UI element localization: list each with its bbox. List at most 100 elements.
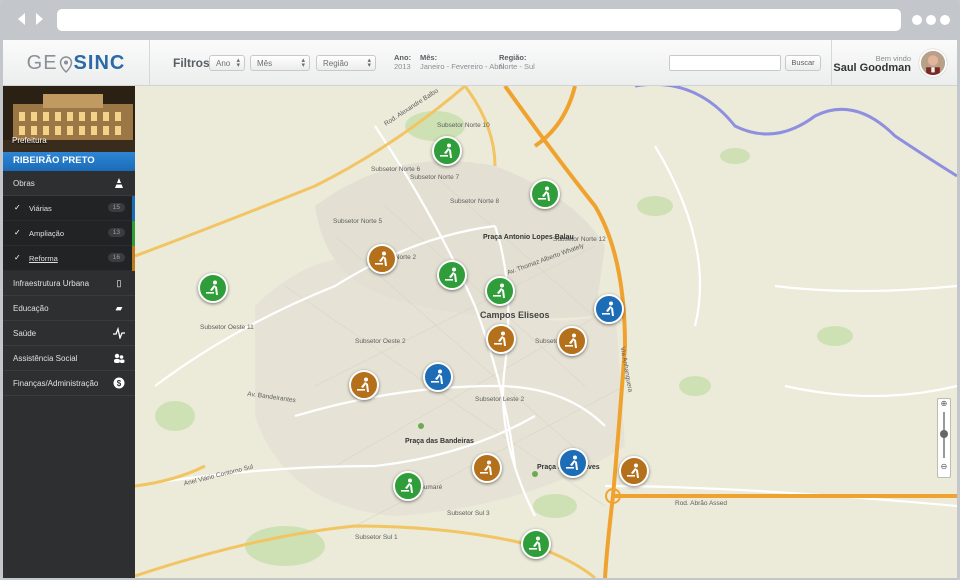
worker-icon [440, 143, 452, 158]
search-input[interactable] [669, 55, 781, 71]
map-base [135, 86, 957, 578]
map-label-square: Praça Antonio Lopes Balau [483, 234, 574, 241]
marker-reforma[interactable] [486, 324, 516, 354]
app: GE SINC Filtros Ano ▴ ▾ Mês ▴ ▾ Região ▴ ▾ Ano… [3, 40, 957, 578]
map-label-square: Praça das Bandeiras [405, 438, 474, 445]
address-bar[interactable] [57, 9, 901, 31]
worker-icon [206, 280, 218, 295]
check-icon: ✓ [14, 228, 21, 237]
logo[interactable]: GE SINC [3, 40, 150, 86]
marker-ampliacao[interactable] [437, 260, 467, 290]
map-label: Subsetor Norte 5 [333, 218, 383, 225]
menu-item-saude[interactable]: Saúde [3, 321, 135, 346]
worker-icon [566, 455, 578, 470]
map-label-district: Campos Eliseos [480, 310, 550, 320]
submenu-item-reforma[interactable]: ✓ Reforma 16 [3, 246, 135, 271]
marker-viarias[interactable] [594, 294, 624, 324]
user-panel[interactable]: Bem vindo Saul Goodman [831, 40, 957, 86]
zoom-slider[interactable] [940, 412, 948, 458]
map-label: Subsetor Sul 3 [447, 510, 490, 517]
marker-ampliacao[interactable] [432, 136, 462, 166]
marker-ampliacao[interactable] [521, 529, 551, 559]
worker-icon [538, 186, 550, 201]
check-icon: ✓ [14, 203, 21, 212]
heartbeat-icon [113, 326, 125, 341]
back-icon[interactable] [15, 12, 29, 26]
zoom-control[interactable]: ⊕ ⊖ [937, 398, 951, 478]
info-region: Região: Norte - Sul [499, 53, 535, 71]
logo-text-right: SINC [73, 51, 126, 74]
marker-viarias[interactable] [423, 362, 453, 392]
submenu-item-ampliacao[interactable]: ✓ Ampliação 13 [3, 221, 135, 246]
submenu-item-viarias[interactable]: ✓ Viárias 15 [3, 196, 135, 221]
map-label-road: Rod. Abrão Assed [675, 500, 728, 507]
worker-icon [375, 251, 387, 266]
marker-ampliacao[interactable] [393, 471, 423, 501]
map-label: Subsetor Sul 1 [355, 534, 398, 541]
menu-item-obras[interactable]: Obras [3, 171, 135, 196]
year-select[interactable]: Ano ▴ ▾ [209, 55, 245, 71]
logo-text-left: GE [26, 51, 58, 74]
forward-icon[interactable] [32, 12, 46, 26]
marker-reforma[interactable] [619, 456, 649, 486]
count-badge: 13 [107, 228, 125, 237]
book-icon: ▰ [115, 303, 123, 313]
avatar[interactable] [919, 49, 947, 77]
sidebar: Prefeitura RIBEIRÃO PRETO▴ Obras ✓Viária… [3, 86, 150, 578]
menu-item-educacao[interactable]: Educação ▰ [3, 296, 135, 321]
map-label: Subsetor Norte 8 [450, 198, 500, 205]
cone-icon [113, 177, 125, 189]
check-icon: ✓ [14, 253, 21, 262]
worker-icon [493, 283, 505, 298]
marker-reforma[interactable] [472, 453, 502, 483]
browser-window: GE SINC Filtros Ano ▴ ▾ Mês ▴ ▾ Região ▴ ▾ Ano… [0, 0, 960, 580]
month-select[interactable]: Mês ▴ ▾ [250, 55, 310, 71]
worker-icon [431, 369, 443, 384]
menu-item-assistencia[interactable]: Assistência Social [3, 346, 135, 371]
marker-reforma[interactable] [557, 326, 587, 356]
worker-icon [602, 301, 614, 316]
marker-ampliacao[interactable] [530, 179, 560, 209]
map-label: Subsetor Norte 10 [437, 122, 490, 129]
phone-icon: ▯ [116, 278, 122, 288]
zoom-out-icon[interactable]: ⊖ [938, 462, 950, 471]
browser-menu-icon[interactable] [912, 15, 950, 25]
worker-icon [565, 333, 577, 348]
marker-ampliacao[interactable] [198, 273, 228, 303]
worker-icon [627, 463, 639, 478]
map-canvas[interactable]: Rod. Alexandre Balbo Subsetor Norte 10 S… [135, 86, 957, 578]
svg-text:$: $ [117, 379, 122, 388]
marker-ampliacao[interactable] [485, 276, 515, 306]
worker-icon [357, 377, 369, 392]
marker-reforma[interactable] [349, 370, 379, 400]
worker-icon [529, 536, 541, 551]
prefeitura-banner[interactable]: Prefeitura [3, 86, 150, 152]
region-select[interactable]: Região ▴ ▾ [316, 55, 376, 71]
map-label: Subsetor Norte 7 [410, 174, 460, 181]
worker-icon [494, 331, 506, 346]
map-label: Subsetor Norte 6 [371, 166, 421, 173]
search-button[interactable]: Buscar [785, 55, 821, 71]
pin-icon [59, 55, 72, 73]
zoom-in-icon[interactable]: ⊕ [938, 399, 950, 408]
topbar: GE SINC Filtros Ano ▴ ▾ Mês ▴ ▾ Região ▴ ▾ Ano… [3, 40, 957, 86]
map-label: Subsetor Leste 2 [475, 396, 525, 403]
city-selector[interactable]: RIBEIRÃO PRETO▴ [3, 152, 150, 171]
user-name: Saul Goodman [833, 62, 911, 74]
city-name: RIBEIRÃO PRETO [13, 155, 95, 166]
prefeitura-label: Prefeitura [12, 136, 47, 145]
menu-item-financas[interactable]: Finanças/Administração $ [3, 371, 135, 396]
menu: Obras ✓ Viárias 15 ✓ Ampliação 13 ✓ Reforma 16… [3, 171, 135, 396]
count-badge: 15 [107, 203, 125, 212]
worker-icon [445, 267, 457, 282]
browser-chrome [0, 0, 960, 40]
map-label: Subsetor Oeste 11 [200, 324, 254, 331]
info-month: Mês: Janeiro - Fevereiro - Abril [420, 53, 505, 71]
worker-icon [401, 478, 413, 493]
dollar-icon: $ [113, 377, 125, 389]
people-icon [113, 352, 125, 364]
marker-viarias[interactable] [558, 448, 588, 478]
marker-reforma[interactable] [367, 244, 397, 274]
menu-item-infraestrutura[interactable]: Infraestrutura Urbana ▯ [3, 271, 135, 296]
worker-icon [480, 460, 492, 475]
